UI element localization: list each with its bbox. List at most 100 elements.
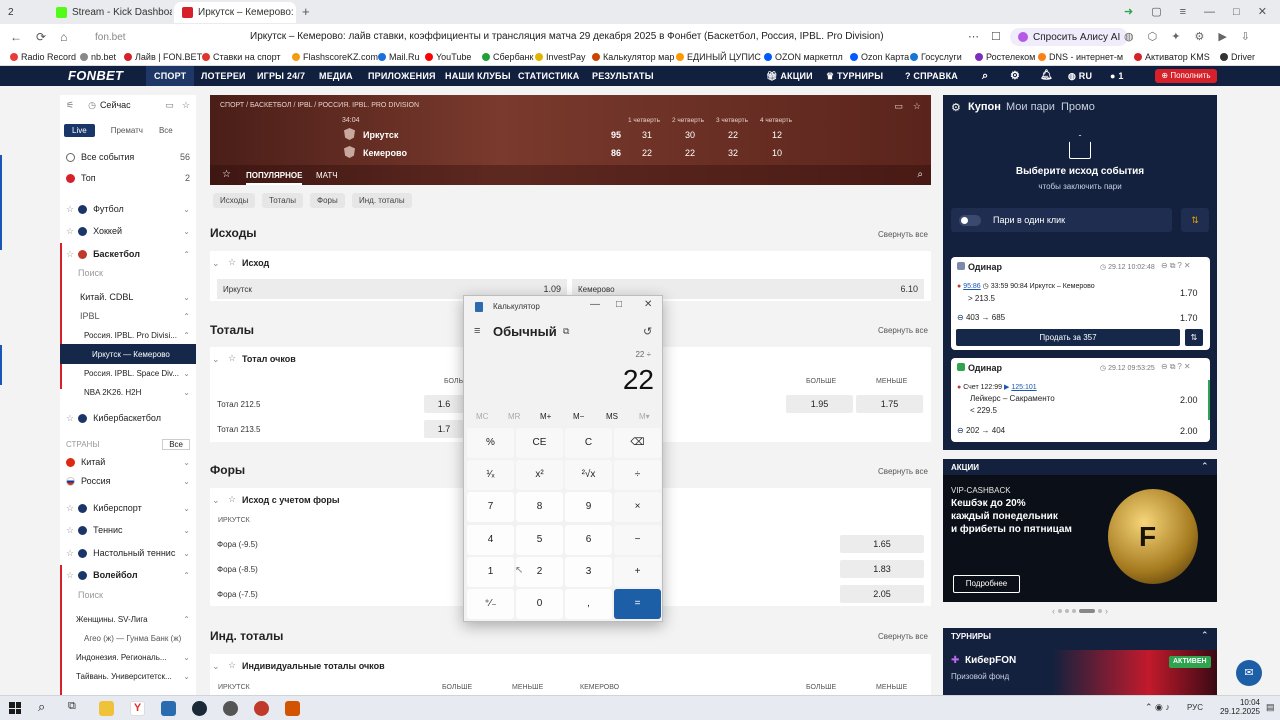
memory-recall-button[interactable]: MR <box>508 412 520 421</box>
chevron-down-icon[interactable]: ⌄ <box>212 495 220 506</box>
chevron-down-icon[interactable]: ⌄ <box>212 661 220 672</box>
bookmark-item[interactable]: Ростелеком <box>975 52 1035 62</box>
key-1[interactable]: 1 <box>467 557 514 587</box>
key-square[interactable]: x² <box>516 460 563 490</box>
odd-button[interactable]: 2.05 <box>840 585 924 603</box>
key-reciprocal[interactable]: ¹⁄ₓ <box>467 460 514 490</box>
tv-icon[interactable]: ▭ <box>165 100 174 111</box>
memory-list-button[interactable]: M▾ <box>639 412 650 421</box>
chevron-down-icon[interactable]: ⌄ <box>212 354 220 365</box>
key-clear[interactable]: C <box>565 428 612 458</box>
bookmark-item[interactable]: Лайв | FON.BET <box>124 52 202 62</box>
chevron-up-icon[interactable]: ⌃ <box>1201 461 1209 472</box>
tv-icon[interactable]: ▭ <box>894 101 903 112</box>
chevron-up-icon[interactable]: ⌃ <box>1201 630 1209 641</box>
sidebar-item-football[interactable]: ☆ Футбол ⌄ <box>60 199 196 219</box>
account-button[interactable]: ● 1 <box>1110 66 1124 86</box>
now-toggle[interactable]: Сейчас <box>100 100 131 110</box>
volley-search-input[interactable]: Поиск <box>60 585 196 605</box>
nav-sport[interactable]: СПОРТ <box>146 66 195 86</box>
search-icon[interactable]: ⌕ <box>982 66 988 86</box>
steam-icon[interactable] <box>192 701 207 716</box>
bookmark-item[interactable]: nb.bet <box>80 52 116 62</box>
notification-icon[interactable]: ▤ <box>1266 702 1275 713</box>
tab-match[interactable]: МАТЧ <box>316 171 338 180</box>
yandex-browser-icon[interactable]: Y <box>130 701 145 716</box>
key-percent[interactable]: % <box>467 428 514 458</box>
globe-icon[interactable]: ◍ <box>1124 30 1134 43</box>
obs-icon[interactable] <box>254 701 269 716</box>
nav-apps[interactable]: ПРИЛОЖЕНИЯ <box>368 66 436 86</box>
collapse-all-link[interactable]: Свернуть все <box>878 230 928 239</box>
close-window-icon[interactable]: ✕ <box>1258 5 1267 18</box>
odd-button[interactable]: 1.75 <box>856 395 923 413</box>
memory-clear-button[interactable]: MC <box>476 412 488 421</box>
maximize-icon[interactable]: □ <box>1233 6 1240 18</box>
promo-carousel-dots[interactable]: ‹ › <box>1052 606 1108 616</box>
filter-icon[interactable]: ⚟ <box>66 100 74 111</box>
event-item-selected[interactable]: Иркутск — Кемерово <box>60 344 196 364</box>
star-icon[interactable]: ☆ <box>182 100 190 111</box>
file-explorer-icon[interactable] <box>99 701 114 716</box>
chevron-down-icon[interactable]: ⌄ <box>212 258 220 269</box>
star-icon[interactable]: ☆ <box>228 494 236 505</box>
gear-icon[interactable]: ⚙ <box>951 101 961 114</box>
bookmark-item[interactable]: Калькулятор мар <box>592 52 674 62</box>
bookmark-item[interactable]: Radio Record <box>10 52 76 62</box>
key-5[interactable]: 5 <box>516 525 563 555</box>
new-tab-icon[interactable]: + <box>302 4 310 19</box>
back-icon[interactable]: ← <box>10 30 22 44</box>
home-icon[interactable]: ⌂ <box>60 30 67 44</box>
filter-chip[interactable]: Инд. тоталы <box>352 193 412 208</box>
input-language[interactable]: РУС <box>1187 703 1203 712</box>
restore-icon[interactable]: ▢ <box>1151 5 1161 18</box>
key-sqrt[interactable]: ²√x <box>565 460 612 490</box>
filter-chip[interactable]: Тоталы <box>262 193 303 208</box>
odd-button[interactable]: 1.6 <box>424 395 464 413</box>
windows-start-icon[interactable] <box>9 702 21 714</box>
bookmark-item[interactable]: YouTube <box>425 52 471 62</box>
key-equals[interactable]: = <box>614 589 661 619</box>
mode-all[interactable]: Все <box>159 126 173 135</box>
filter-chip[interactable]: Исходы <box>213 193 256 208</box>
bookmark-item[interactable]: FlashscoreKZ.com <box>292 52 378 62</box>
gear-icon[interactable]: ⚙ <box>1010 66 1020 86</box>
downloads-icon[interactable]: ⇩ <box>1241 30 1250 43</box>
extension-icon[interactable]: ➜ <box>1124 5 1133 18</box>
history-icon[interactable]: ↺ <box>643 325 652 338</box>
collapse-all-link[interactable]: Свернуть все <box>878 326 928 335</box>
bookmark-item[interactable]: Госуслуги <box>910 52 962 62</box>
star-icon[interactable]: ☆ <box>228 660 236 671</box>
promo-details-button[interactable]: Подробнее <box>953 575 1020 593</box>
key-decimal[interactable]: , <box>565 589 612 619</box>
collapse-all-link[interactable]: Свернуть все <box>878 467 928 476</box>
bookmark-item[interactable]: Driver <box>1220 52 1255 62</box>
memory-store-button[interactable]: MS <box>606 412 618 421</box>
sidebar-item-basketball[interactable]: ☆ Баскетбол ⌃ <box>60 244 196 264</box>
task-view-icon[interactable]: ⧉ <box>68 700 76 713</box>
shield-icon[interactable]: ⬡ <box>1148 30 1158 43</box>
bookmark-item[interactable]: Ozon Карта <box>850 52 909 62</box>
sidebar-item-top[interactable]: Топ 2 <box>60 168 196 188</box>
star-icon[interactable]: ☆ <box>228 257 236 268</box>
key-6[interactable]: 6 <box>565 525 612 555</box>
mode-live[interactable]: Live <box>64 123 95 137</box>
fonbet-logo[interactable]: FONBET <box>68 66 123 86</box>
minimize-icon[interactable]: — <box>590 299 600 310</box>
nav-clubs[interactable]: НАШИ КЛУБЫ <box>445 66 511 86</box>
sidebar-item-cyberbasket[interactable]: ☆ Кибербаскетбол <box>60 408 196 428</box>
bookmark-item[interactable]: Mail.Ru <box>378 52 420 62</box>
league-item[interactable]: Тайвань. Университетск... ⌄ <box>60 666 196 686</box>
clock[interactable]: 10:04 29.12.2025 <box>1212 698 1260 716</box>
key-3[interactable]: 3 <box>565 557 612 587</box>
toggle-switch[interactable] <box>959 214 981 226</box>
language-select[interactable]: ◍ RU <box>1068 66 1092 86</box>
settings-icon[interactable]: ⚙ <box>1194 30 1204 43</box>
breadcrumb[interactable]: СПОРТ / БАСКЕТБОЛ / IPBL / РОССИЯ. IPBL.… <box>220 102 419 109</box>
play-icon[interactable]: ▶ <box>1218 30 1226 43</box>
key-0[interactable]: 0 <box>516 589 563 619</box>
sidebar-item-russia[interactable]: Россия ⌄ <box>60 471 196 491</box>
key-subtract[interactable]: − <box>614 525 661 555</box>
one-click-toggle[interactable]: Пари в один клик <box>951 208 1172 232</box>
sidebar-item-tabletennis[interactable]: ☆ Настольный теннис ⌄ <box>60 543 196 563</box>
